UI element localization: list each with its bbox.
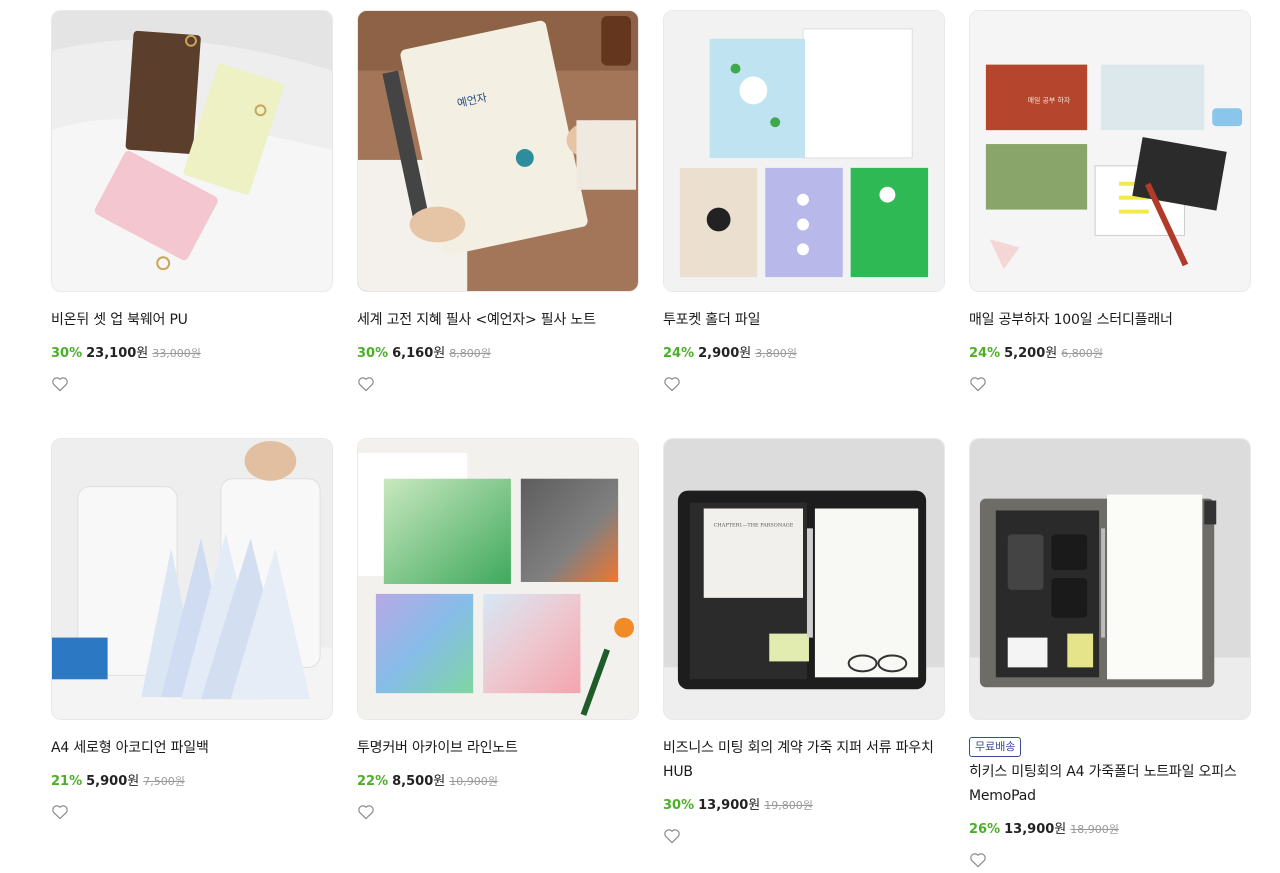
sale-price: 13,900원 [698, 798, 760, 814]
sale-price-value: 13,900 [698, 798, 749, 813]
currency-unit: 원 [433, 774, 446, 789]
price-row: 21% 5,900원 7,500원 [51, 774, 333, 790]
original-price: 6,800원 [1061, 347, 1103, 360]
product-photo-zipper-pouch: CHAPTER1—THE PARSONAGE [664, 439, 944, 719]
product-image[interactable] [663, 10, 945, 292]
currency-unit: 원 [1045, 346, 1058, 361]
product-photo-accordion-file [52, 439, 332, 719]
product-image[interactable] [51, 438, 333, 720]
product-title[interactable]: A4 세로형 아코디언 파일백 [51, 736, 333, 760]
sale-price: 23,100원 [86, 346, 148, 362]
currency-unit: 원 [739, 346, 752, 361]
price-row: 24% 5,200원 6,800원 [969, 346, 1251, 362]
original-price: 7,500원 [143, 775, 185, 788]
heart-outline-icon[interactable] [51, 376, 69, 392]
planner-cover-text: 매일 공부 하자 [1028, 95, 1071, 104]
product-card[interactable]: 무료배송 히키스 미팅회의 A4 가죽폴더 노트파일 오피스 MemoPad 2… [969, 438, 1251, 868]
original-price: 19,800원 [764, 799, 813, 812]
heart-outline-icon[interactable] [357, 804, 375, 820]
product-title[interactable]: 세계 고전 지혜 필사 <예언자> 필사 노트 [357, 308, 639, 332]
sale-price: 2,900원 [698, 346, 751, 362]
sale-price-value: 23,100 [86, 346, 137, 361]
product-card[interactable]: 투명커버 아카이브 라인노트 22% 8,500원 10,900원 [357, 438, 639, 820]
product-image[interactable] [357, 438, 639, 720]
currency-unit: 원 [127, 774, 140, 789]
price-row: 26% 13,900원 18,900원 [969, 822, 1251, 838]
product-card[interactable]: CHAPTER1—THE PARSONAGE 비즈니스 미팅 회의 계약 가죽 … [663, 438, 945, 844]
product-title[interactable]: 투포켓 홀더 파일 [663, 308, 945, 332]
sale-price: 13,900원 [1004, 822, 1066, 838]
original-price: 18,900원 [1070, 823, 1119, 836]
sale-price-value: 5,200 [1004, 346, 1046, 361]
original-price: 10,900원 [449, 775, 498, 788]
product-photo-book-covers [52, 11, 332, 291]
product-title[interactable]: 비온뒤 셋 업 북웨어 PU [51, 308, 333, 332]
product-card[interactable]: 비온뒤 셋 업 북웨어 PU 30% 23,100원 33,000원 [51, 10, 333, 392]
discount-rate: 21% [51, 774, 83, 789]
product-photo-prophet-note: 예언자 [358, 11, 638, 291]
product-title[interactable]: 투명커버 아카이브 라인노트 [357, 736, 639, 760]
sale-price-value: 2,900 [698, 346, 740, 361]
heart-outline-icon[interactable] [663, 376, 681, 392]
sale-price: 6,160원 [392, 346, 445, 362]
free-shipping-badge: 무료배송 [969, 737, 1022, 757]
product-image[interactable]: CHAPTER1—THE PARSONAGE [663, 438, 945, 720]
discount-rate: 30% [51, 346, 83, 361]
sale-price-value: 13,900 [1004, 822, 1055, 837]
sale-price-value: 8,500 [392, 774, 434, 789]
sale-price: 5,900원 [86, 774, 139, 790]
original-price: 3,800원 [755, 347, 797, 360]
original-price: 33,000원 [152, 347, 201, 360]
price-row: 30% 6,160원 8,800원 [357, 346, 639, 362]
heart-outline-icon[interactable] [969, 376, 987, 392]
product-title[interactable]: 비즈니스 미팅 회의 계약 가죽 지퍼 서류 파우치 HUB [663, 736, 945, 784]
chapter-text: CHAPTER1—THE PARSONAGE [714, 522, 794, 528]
heart-outline-icon[interactable] [357, 376, 375, 392]
sale-price-value: 5,900 [86, 774, 128, 789]
currency-unit: 원 [433, 346, 446, 361]
currency-unit: 원 [136, 346, 149, 361]
product-image[interactable] [969, 438, 1251, 720]
product-card[interactable]: 투포켓 홀더 파일 24% 2,900원 3,800원 [663, 10, 945, 392]
product-photo-leather-folder [970, 439, 1250, 719]
product-photo-study-planner: 매일 공부 하자 [970, 11, 1250, 291]
product-title[interactable]: 히키스 미팅회의 A4 가죽폴더 노트파일 오피스 MemoPad [969, 760, 1251, 808]
heart-outline-icon[interactable] [663, 828, 681, 844]
price-row: 30% 13,900원 19,800원 [663, 798, 945, 814]
product-image[interactable] [51, 10, 333, 292]
sale-price-value: 6,160 [392, 346, 434, 361]
product-card[interactable]: A4 세로형 아코디언 파일백 21% 5,900원 7,500원 [51, 438, 333, 820]
product-photo-holder-files [664, 11, 944, 291]
price-row: 22% 8,500원 10,900원 [357, 774, 639, 790]
sale-price: 5,200원 [1004, 346, 1057, 362]
original-price: 8,800원 [449, 347, 491, 360]
product-card[interactable]: 매일 공부 하자 매일 공부하자 100일 스터디플래너 24% 5,200원 … [969, 10, 1251, 392]
product-image[interactable]: 매일 공부 하자 [969, 10, 1251, 292]
heart-outline-icon[interactable] [51, 804, 69, 820]
product-title[interactable]: 매일 공부하자 100일 스터디플래너 [969, 308, 1251, 332]
price-row: 30% 23,100원 33,000원 [51, 346, 333, 362]
discount-rate: 30% [357, 346, 389, 361]
heart-outline-icon[interactable] [969, 852, 987, 868]
currency-unit: 원 [748, 798, 761, 813]
product-photo-archive-notes [358, 439, 638, 719]
discount-rate: 30% [663, 798, 695, 813]
discount-rate: 22% [357, 774, 389, 789]
discount-rate: 26% [969, 822, 1001, 837]
product-card[interactable]: 예언자 세계 고전 지혜 필사 <예언자> 필사 노트 30% 6,160원 8… [357, 10, 639, 392]
currency-unit: 원 [1054, 822, 1067, 837]
discount-rate: 24% [969, 346, 1001, 361]
sale-price: 8,500원 [392, 774, 445, 790]
price-row: 24% 2,900원 3,800원 [663, 346, 945, 362]
product-image[interactable]: 예언자 [357, 10, 639, 292]
discount-rate: 24% [663, 346, 695, 361]
